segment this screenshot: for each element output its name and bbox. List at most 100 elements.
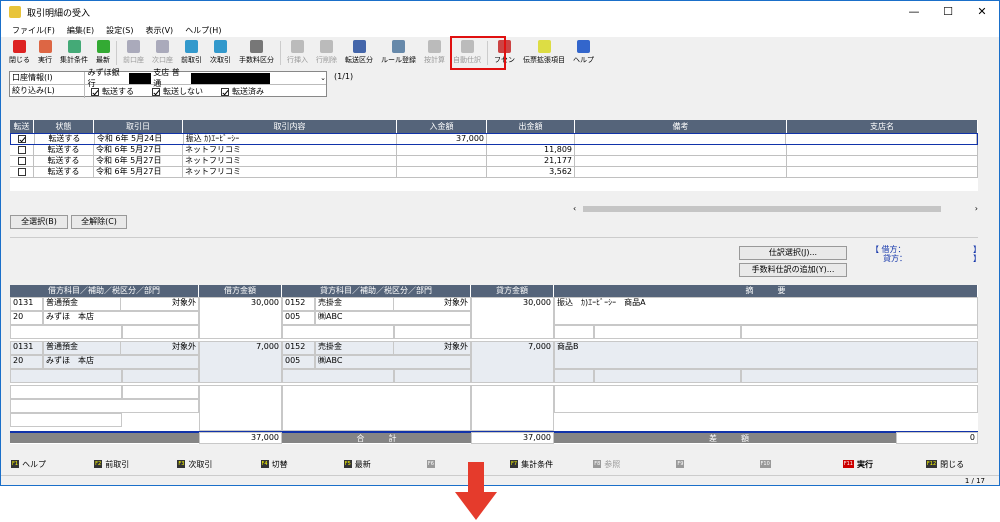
menu-settings[interactable]: 設定(S) [101,25,138,36]
fkey-F1[interactable]: F1 ヘルプ [1,457,84,471]
transaction-row[interactable]: 転送する 令和 6年 5月24日 振込 ｶ)ｴｰﾋﾞｰｼｰ 37,000 [10,133,978,145]
toolbar-button-0[interactable]: 閉じる [5,38,34,65]
debit-amount[interactable]: 7,000 [199,341,282,383]
toolbar-button-5[interactable]: 前口座 [119,38,148,65]
toolbar-button-13[interactable]: 転送区分 [341,38,377,65]
credit-sub-name[interactable]: ㈱ABC [315,355,471,369]
debit-dept2[interactable] [122,325,199,339]
fee-add-button[interactable]: 手数料仕訳の追加(Y)... [739,263,847,277]
fkey-F12[interactable]: F12 閉じる [916,457,999,471]
debit-tax[interactable]: 対象外 [120,341,199,355]
chevron-down-icon[interactable]: ⌄ [320,74,326,82]
summary-sub2[interactable] [594,325,741,339]
summary-sub1[interactable] [554,325,594,339]
credit-code[interactable]: 0152 [282,297,315,311]
debit-sub-name[interactable]: みずほ 本店 [43,355,199,369]
toolbar-button-14[interactable]: ルール登録 [377,38,420,65]
toolbar-button-6[interactable]: 次口座 [148,38,177,65]
toolbar-button-20[interactable]: ヘルプ [569,38,598,65]
toolbar-button-2[interactable]: 集計条件 [56,38,92,65]
debit-sub-code[interactable]: 20 [10,311,43,325]
empty-cell[interactable] [10,413,122,427]
row-checkbox[interactable] [10,145,34,155]
debit-code[interactable]: 0131 [10,297,43,311]
debit-code[interactable]: 0131 [10,341,43,355]
fkey-F2[interactable]: F2 前取引 [84,457,167,471]
toolbar-button-3[interactable]: 最新 [92,38,114,65]
grid-hscroll[interactable]: ‹ › [573,204,978,214]
credit-tax[interactable]: 対象外 [393,341,471,355]
menu-view[interactable]: 表示(V) [140,25,178,36]
credit-tax[interactable]: 対象外 [393,297,471,311]
empty-cell[interactable] [554,385,978,413]
summary-text[interactable]: 振込 ｶ)ｴｰﾋﾞｰｼｰ 商品A [554,297,978,325]
credit-code[interactable]: 0152 [282,341,315,355]
toolbar-button-9[interactable]: 手数料区分 [235,38,278,65]
grid-vscroll[interactable] [979,120,990,191]
toolbar-button-1[interactable]: 実行 [34,38,56,65]
debit-tax[interactable]: 対象外 [120,297,199,311]
credit-amount[interactable]: 30,000 [471,297,554,339]
filter-nosend-checkbox[interactable] [152,87,160,96]
credit-sub-code[interactable]: 005 [282,311,315,325]
journal-vscroll[interactable] [979,285,990,444]
debit-dept[interactable] [10,369,122,383]
fkey-F10[interactable]: F10 [750,457,833,471]
filter-sent-checkbox[interactable] [221,87,229,96]
summary-text[interactable]: 商品B [554,341,978,369]
credit-dept2[interactable] [394,369,471,383]
credit-sub-code[interactable]: 005 [282,355,315,369]
fkey-F11[interactable]: F11 実行 [833,457,916,471]
toolbar-button-15[interactable]: 按計算 [420,38,449,65]
toolbar-button-11[interactable]: 行挿入 [283,38,312,65]
minimize-button[interactable]: — [897,1,931,23]
col-content[interactable]: 取引内容 [183,120,397,133]
fkey-F3[interactable]: F3 次取引 [167,457,250,471]
close-button[interactable]: ✕ [965,1,999,23]
credit-dept2[interactable] [394,325,471,339]
empty-cell[interactable] [199,385,282,431]
debit-amount[interactable]: 30,000 [199,297,282,339]
deselect-all-button[interactable]: 全解除(C) [71,215,127,229]
summary-sub3[interactable] [741,325,978,339]
col-withdraw[interactable]: 出金額 [487,120,575,133]
col-status[interactable]: 状態 [34,120,94,133]
fkey-F7[interactable]: F7 集計条件 [500,457,583,471]
fkey-F5[interactable]: F5 最新 [334,457,417,471]
menu-file[interactable]: ファイル(F) [7,25,60,36]
col-branch[interactable]: 支店名 [787,120,978,133]
fkey-F8[interactable]: F8 参照 [583,457,666,471]
maximize-button[interactable]: ☐ [931,1,965,23]
select-all-button[interactable]: 全選択(B) [10,215,68,229]
empty-cell[interactable] [471,385,554,431]
row-checkbox[interactable] [10,167,34,177]
transaction-row[interactable]: 転送する 令和 6年 5月27日 ネットフリコミ 21,177 [10,156,978,167]
menu-edit[interactable]: 編集(E) [62,25,99,36]
toolbar-button-7[interactable]: 前取引 [177,38,206,65]
summary-sub2[interactable] [594,369,741,383]
credit-dept[interactable] [282,325,394,339]
transaction-row[interactable]: 転送する 令和 6年 5月27日 ネットフリコミ 11,809 [10,145,978,156]
credit-amount[interactable]: 7,000 [471,341,554,383]
empty-cell[interactable] [282,385,471,431]
summary-sub3[interactable] [741,369,978,383]
transaction-row[interactable]: 転送する 令和 6年 5月27日 ネットフリコミ 3,562 [10,167,978,178]
empty-cell[interactable] [122,385,199,399]
col-deposit[interactable]: 入金額 [397,120,487,133]
credit-sub-name[interactable]: ㈱ABC [315,311,471,325]
row-checkbox[interactable] [11,134,35,144]
toolbar-button-12[interactable]: 行削除 [312,38,341,65]
toolbar-button-19[interactable]: 伝票拡張項目 [519,38,569,65]
fkey-F9[interactable]: F9 [666,457,749,471]
debit-dept2[interactable] [122,369,199,383]
summary-sub1[interactable] [554,369,594,383]
col-memo[interactable]: 備考 [575,120,787,133]
credit-dept[interactable] [282,369,394,383]
row-checkbox[interactable] [10,156,34,166]
toolbar-button-8[interactable]: 次取引 [206,38,235,65]
empty-cell[interactable] [10,399,199,413]
col-transfer[interactable]: 転送 [10,120,34,133]
col-date[interactable]: 取引日 [94,120,183,133]
empty-cell[interactable] [10,385,122,399]
debit-sub-name[interactable]: みずほ 本店 [43,311,199,325]
